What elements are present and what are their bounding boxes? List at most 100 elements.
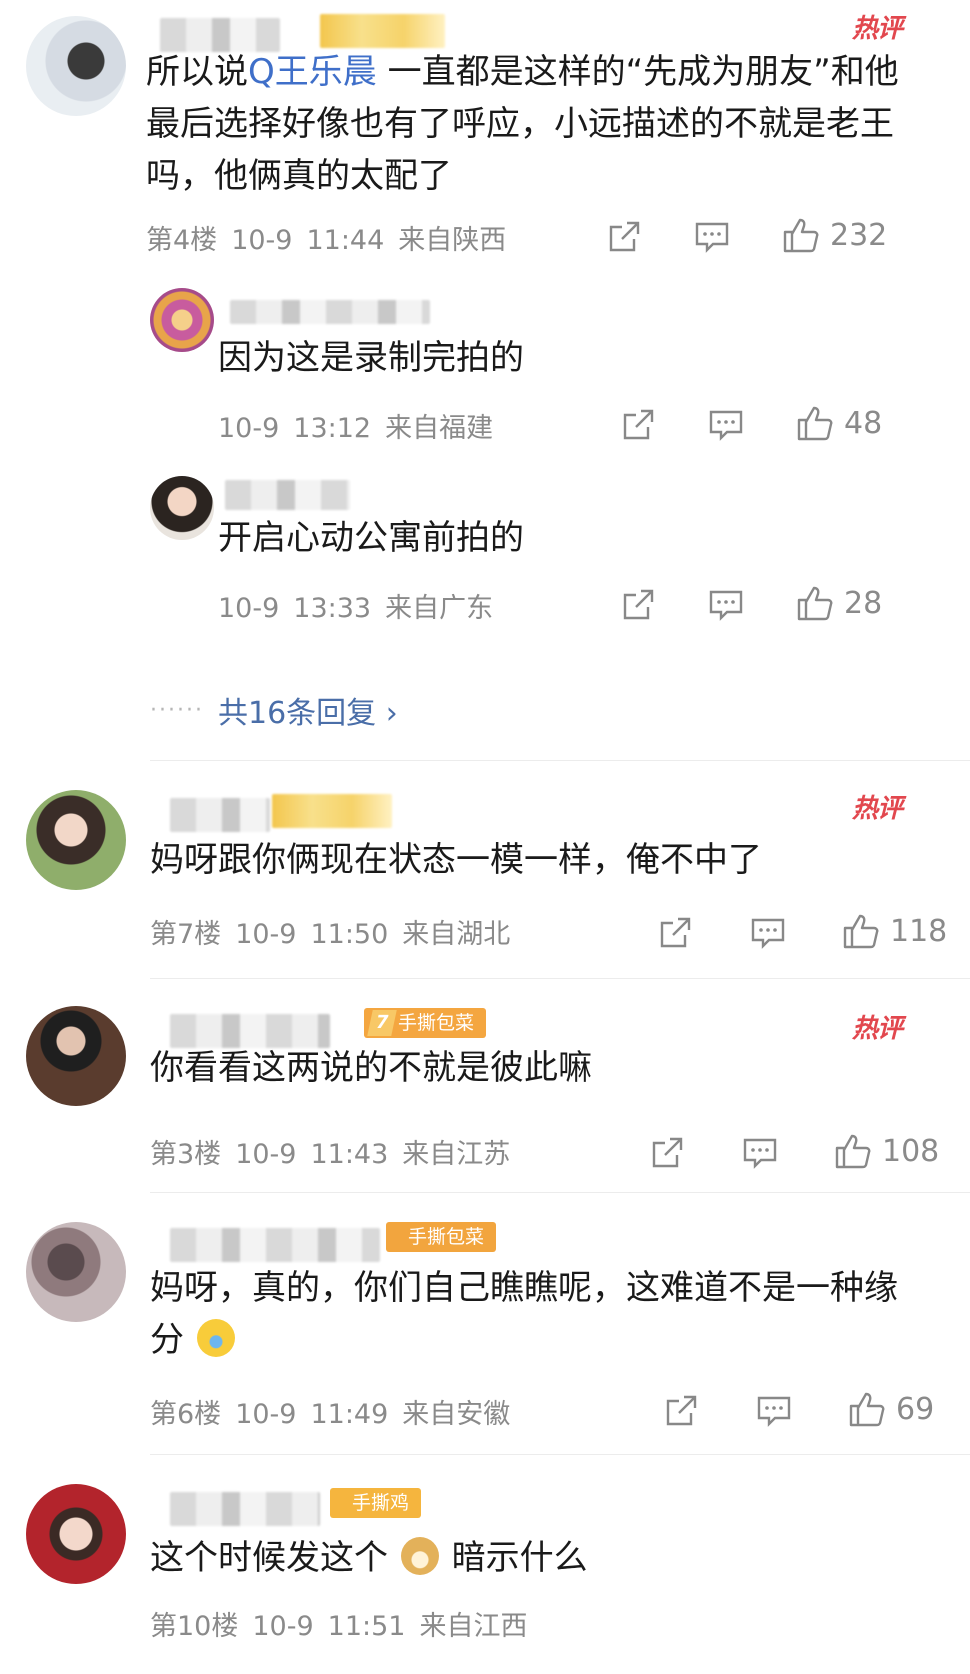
post-date: 10-9 [235, 1399, 297, 1430]
user-mention-link[interactable]: Q王乐晨 [248, 52, 377, 92]
post-time: 11:49 [310, 1399, 389, 1430]
post-time: 13:12 [293, 413, 372, 444]
share-icon [609, 221, 640, 252]
fan-medal: 手撕鸡 [330, 1488, 422, 1518]
post-time: 11:50 [310, 919, 389, 950]
share-button[interactable] [621, 408, 655, 444]
floor-number: 第6楼 [150, 1399, 222, 1430]
comment-floor-10: 手撕鸡 这个时候发这个 暗示什么 第10楼 10-9 11:51 来自江西 [0, 1462, 970, 1674]
reply-button[interactable] [708, 408, 744, 444]
avatar[interactable] [150, 288, 214, 352]
like-icon [849, 1392, 885, 1427]
share-icon [652, 1137, 683, 1168]
like-count: 232 [830, 217, 888, 253]
hot-comment-badge: 热评 [851, 1014, 903, 1044]
ip-region: 来自福建 [385, 413, 494, 444]
ip-region: 来自湖北 [402, 919, 511, 950]
post-time: 11:44 [306, 225, 385, 256]
like-button[interactable]: 28 [796, 584, 882, 622]
emoji-doge-icon [400, 1537, 439, 1575]
divider [150, 1454, 970, 1455]
share-button[interactable] [664, 1394, 698, 1430]
comment-icon [751, 918, 785, 949]
reply-button[interactable] [708, 588, 744, 624]
comment-text: 你看看这两说的不就是彼此嘛 [150, 1048, 592, 1088]
like-button[interactable]: 118 [842, 912, 947, 950]
username-blurred[interactable] [225, 480, 350, 510]
emoji-crying-icon [196, 1319, 235, 1357]
comment-icon [709, 410, 743, 441]
post-time: 11:43 [310, 1139, 389, 1170]
comment-meta: 第4楼 10-9 11:44 来自陕西 [146, 218, 520, 257]
like-icon [783, 218, 819, 253]
avatar[interactable] [26, 1222, 126, 1322]
reply-button[interactable] [756, 1394, 792, 1430]
like-count: 118 [890, 913, 948, 949]
comment-body: 妈呀，真的，你们自己瞧瞧呢，这难道不是一种缘分 [150, 1268, 898, 1360]
comment-text: 所以说Q王乐晨 一直都是这样的“先成为朋友”和他最后选择好像也有了呼应，小远描述… [146, 46, 906, 202]
reply-item: 开启心动公寓前拍的 10-9 13:33 来自广东 28 [0, 466, 970, 646]
comment-meta: 第7楼 10-9 11:50 来自湖北 [150, 912, 524, 951]
comment-text: 妈呀跟你俩现在状态一模一样，俺不中了 [150, 840, 762, 880]
post-date: 10-9 [231, 225, 293, 256]
like-count: 28 [844, 585, 883, 621]
username-blurred[interactable] [170, 1492, 320, 1526]
ip-region: 来自江西 [419, 1611, 528, 1642]
like-icon [835, 1134, 871, 1169]
comment-icon [695, 222, 729, 253]
text-prefix: 这个时候发这个 [150, 1538, 388, 1578]
medal-level: 7 [367, 1010, 397, 1036]
comment-text: 这个时候发这个 暗示什么 [150, 1532, 588, 1584]
ip-region: 来自安徽 [402, 1399, 511, 1430]
post-date: 10-9 [235, 919, 297, 950]
share-button[interactable] [650, 1136, 684, 1172]
reply-meta: 10-9 13:12 来自福建 [218, 406, 507, 445]
comment-text: 妈呀，真的，你们自己瞧瞧呢，这难道不是一种缘分 [150, 1262, 910, 1366]
like-icon [797, 406, 833, 441]
share-button[interactable] [621, 588, 655, 624]
comment-floor-4: 热评 所以说Q王乐晨 一直都是这样的“先成为朋友”和他最后选择好像也有了呼应，小… [0, 0, 970, 270]
ip-region: 来自广东 [385, 593, 494, 624]
reply-button[interactable] [742, 1136, 778, 1172]
floor-number: 第10楼 [150, 1611, 239, 1642]
share-button[interactable] [607, 220, 641, 256]
divider [150, 760, 970, 761]
like-button[interactable]: 108 [834, 1132, 939, 1170]
reply-text: 因为这是录制完拍的 [218, 338, 524, 378]
comment-meta: 第10楼 10-9 11:51 来自江西 [150, 1604, 541, 1643]
reply-button[interactable] [750, 916, 786, 952]
ip-region: 来自江苏 [402, 1139, 511, 1170]
share-icon [660, 917, 691, 948]
avatar[interactable] [26, 1006, 126, 1106]
medal-label: 手撕包菜 [398, 1012, 475, 1034]
post-date: 10-9 [252, 1611, 314, 1642]
comment-floor-3: 7 手撕包菜 热评 你看看这两说的不就是彼此嘛 第3楼 10-9 11:43 来自江苏 … [0, 988, 970, 1188]
avatar[interactable] [26, 16, 126, 116]
like-button[interactable]: 48 [796, 404, 882, 442]
floor-number: 第3楼 [150, 1139, 222, 1170]
like-count: 108 [882, 1133, 940, 1169]
comment-meta: 第6楼 10-9 11:49 来自安徽 [150, 1392, 524, 1431]
comment-icon [743, 1138, 777, 1169]
username-blurred[interactable] [230, 300, 430, 324]
divider [150, 978, 970, 979]
replies-dots: ······ [150, 698, 204, 723]
avatar[interactable] [26, 1484, 126, 1584]
like-button[interactable]: 69 [848, 1390, 934, 1428]
share-button[interactable] [658, 916, 692, 952]
view-more-replies-link[interactable]: 共16条回复 › [218, 688, 398, 732]
username-blurred[interactable] [170, 1228, 380, 1262]
username-blurred[interactable] [170, 798, 270, 832]
reply-item: 因为这是录制完拍的 10-9 13:12 来自福建 48 [0, 280, 970, 460]
avatar[interactable] [150, 476, 214, 540]
post-time: 11:51 [327, 1611, 406, 1642]
ip-region: 来自陕西 [398, 225, 507, 256]
reply-meta: 10-9 13:33 来自广东 [218, 586, 507, 625]
post-time: 13:33 [293, 593, 372, 624]
hot-comment-badge: 热评 [851, 794, 903, 824]
like-count: 48 [844, 405, 883, 441]
avatar[interactable] [26, 790, 126, 890]
like-icon [797, 586, 833, 621]
like-button[interactable]: 232 [782, 216, 887, 254]
reply-button[interactable] [694, 220, 730, 256]
